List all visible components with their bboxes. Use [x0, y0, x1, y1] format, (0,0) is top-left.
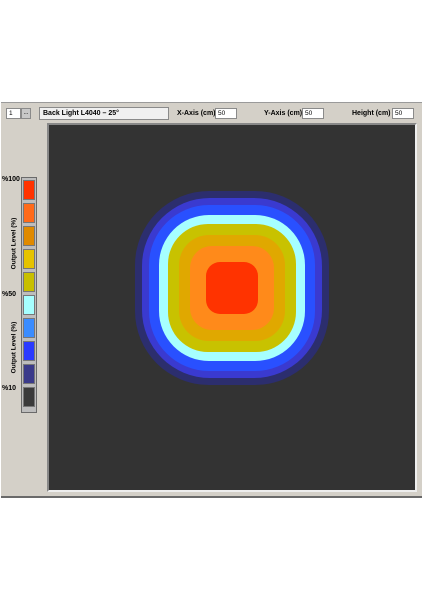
legend-percent-50: %50	[2, 291, 17, 298]
legend-swatch	[23, 318, 35, 338]
contour-ring	[206, 261, 258, 314]
legend-swatch	[23, 226, 35, 246]
x-axis-input[interactable]: 50	[215, 108, 237, 119]
light-simulator-window: 1 ... Back Light L4040 – 25° X-Axis (cm)…	[1, 102, 422, 498]
legend-swatch	[23, 387, 35, 407]
x-axis-label: X-Axis (cm)	[177, 110, 216, 117]
counter-field[interactable]: 1	[6, 108, 21, 119]
height-label: Height (cm)	[352, 110, 391, 117]
legend-swatch	[23, 180, 35, 200]
legend-swatch	[23, 295, 35, 315]
output-level-legend: %100 %50 %10 Output Level (%) Output Lev…	[1, 123, 45, 493]
legend-swatch	[23, 364, 35, 384]
y-axis-label: Y-Axis (cm)	[264, 110, 303, 117]
counter-button[interactable]: ...	[21, 108, 31, 119]
height-input[interactable]: 50	[392, 108, 414, 119]
legend-axis-label-upper: Output Level (%)	[10, 217, 18, 270]
legend-color-scale	[21, 177, 37, 413]
light-distribution-plot	[47, 123, 417, 492]
legend-percent-10: %10	[2, 385, 17, 392]
legend-swatch	[23, 341, 35, 361]
legend-percent-100: %100	[2, 176, 20, 183]
legend-axis-label-lower: Output Level (%)	[10, 321, 18, 374]
toolbar: 1 ... Back Light L4040 – 25° X-Axis (cm)…	[1, 103, 422, 123]
legend-swatch	[23, 272, 35, 292]
y-axis-input[interactable]: 50	[302, 108, 324, 119]
legend-swatch	[23, 203, 35, 223]
legend-swatch	[23, 249, 35, 269]
fixture-title: Back Light L4040 – 25°	[39, 107, 169, 120]
